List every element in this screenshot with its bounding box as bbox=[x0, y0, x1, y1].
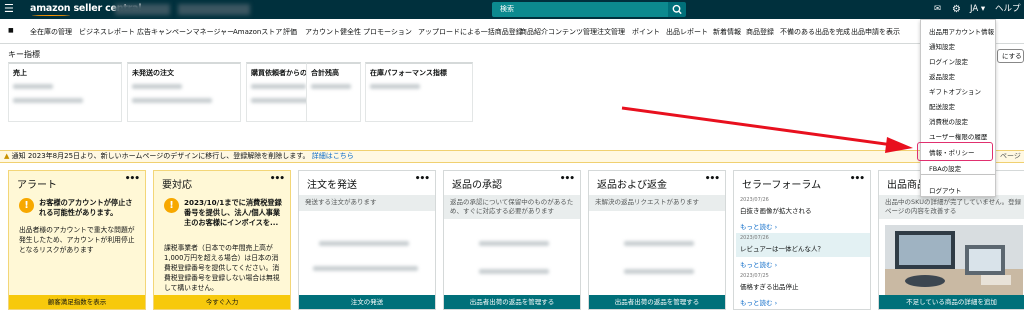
annotation-arrow-icon bbox=[621, 106, 913, 153]
